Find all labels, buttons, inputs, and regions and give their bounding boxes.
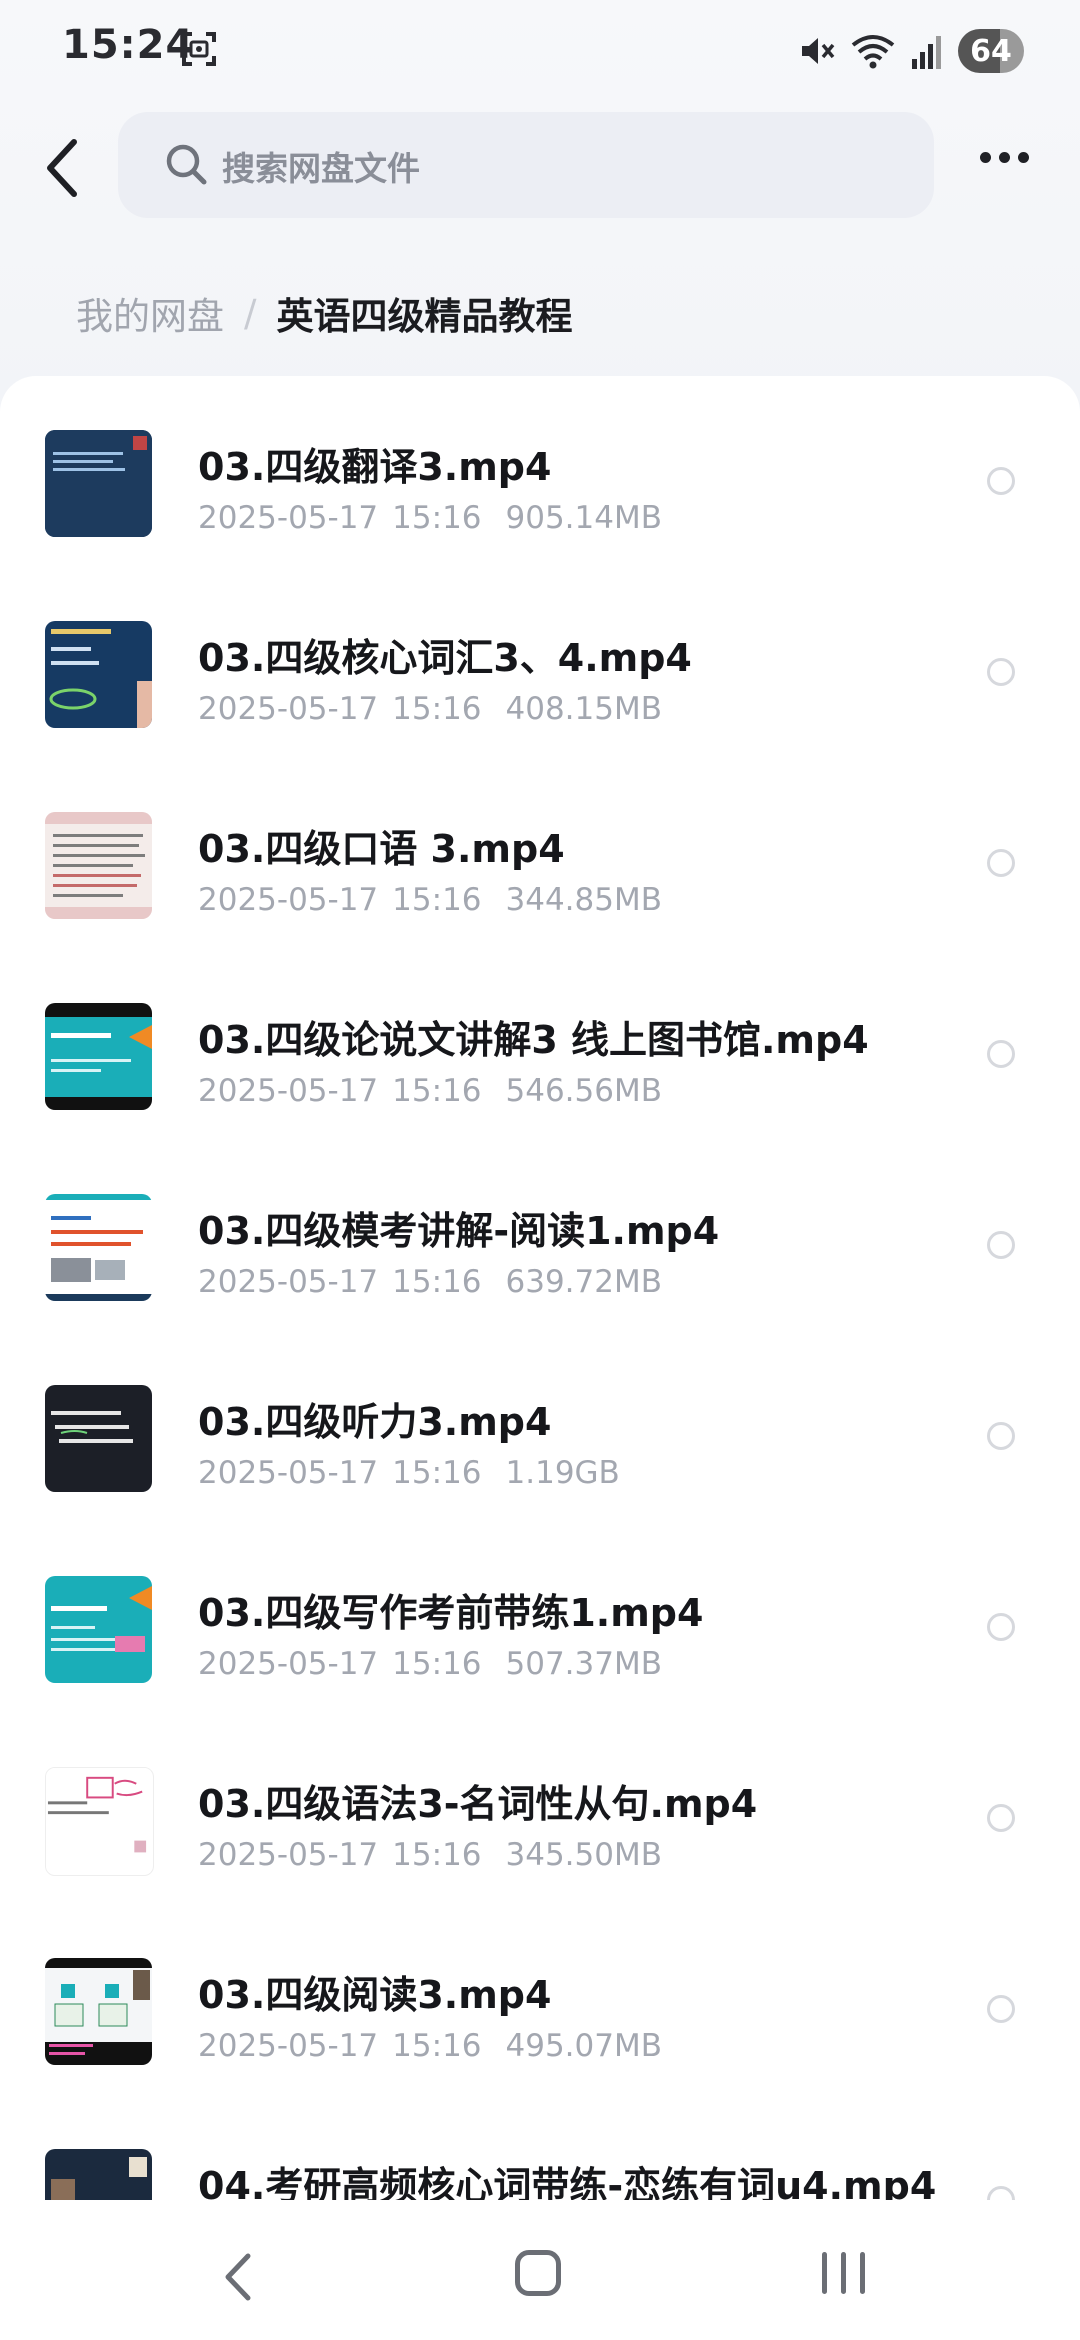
nav-home-icon[interactable] xyxy=(515,2250,561,2296)
list-item[interactable]: 03.四级写作考前带练1.mp4 2025-05-17 15:16 507.37MB xyxy=(0,1522,1080,1713)
file-name: 03.四级阅读3.mp4 xyxy=(198,1973,552,2017)
status-bar: 15:24 64 xyxy=(0,0,1080,100)
file-name: 03.四级写作考前带练1.mp4 xyxy=(198,1591,704,1635)
select-checkbox[interactable] xyxy=(987,2186,1015,2200)
video-thumbnail xyxy=(45,812,152,919)
wifi-icon xyxy=(851,35,895,69)
video-thumbnail xyxy=(45,1385,152,1492)
more-icon[interactable] xyxy=(980,148,1040,184)
file-name: 03.四级语法3-名词性从句.mp4 xyxy=(198,1782,758,1826)
mute-icon xyxy=(802,38,835,64)
list-item[interactable]: 04.考研高频核心词带练-恋练有词u4.mp4 xyxy=(0,2095,1080,2200)
signal-icon xyxy=(912,36,941,69)
system-nav-bar xyxy=(0,2200,1080,2340)
select-checkbox[interactable] xyxy=(987,1995,1015,2023)
nav-recents-icon[interactable] xyxy=(822,2252,865,2294)
file-name: 03.四级翻译3.mp4 xyxy=(198,445,552,489)
list-item[interactable]: 03.四级论说文讲解3 线上图书馆.mp4 2025-05-17 15:16 546… xyxy=(0,949,1080,1140)
file-name: 03.四级论说文讲解3 线上图书馆.mp4 xyxy=(198,1018,869,1062)
breadcrumb: 我的网盘 / 英语四级精品教程 xyxy=(76,286,572,340)
back-arrow-icon[interactable] xyxy=(40,138,90,198)
video-thumbnail xyxy=(45,1003,152,1110)
file-meta: 2025-05-17 15:16 1.19GB xyxy=(198,1455,620,1491)
list-item[interactable]: 03.四级模考讲解-阅读1.mp4 2025-05-17 15:16 639.72M… xyxy=(0,1140,1080,1331)
file-meta: 2025-05-17 15:16 408.15MB xyxy=(198,691,662,727)
file-name: 03.四级听力3.mp4 xyxy=(198,1400,552,1444)
video-thumbnail xyxy=(45,1194,152,1301)
video-thumbnail xyxy=(45,1576,152,1683)
list-item[interactable]: 03.四级翻译3.mp4 2025-05-17 15:16 905.14MB xyxy=(0,376,1080,567)
file-meta: 2025-05-17 15:16 905.14MB xyxy=(198,500,662,536)
file-meta: 2025-05-17 15:16 639.72MB xyxy=(198,1264,662,1300)
file-name: 04.考研高频核心词带练-恋练有词u4.mp4 xyxy=(198,2164,937,2200)
list-item[interactable]: 03.四级口语 3.mp4 2025-05-17 15:16 344.85MB xyxy=(0,758,1080,949)
search-icon xyxy=(166,144,207,185)
list-item[interactable]: 03.四级阅读3.mp4 2025-05-17 15:16 495.07MB xyxy=(0,1904,1080,2095)
select-checkbox[interactable] xyxy=(987,1040,1015,1068)
video-thumbnail xyxy=(45,430,152,537)
list-item[interactable]: 03.四级听力3.mp4 2025-05-17 15:16 1.19GB xyxy=(0,1331,1080,1522)
battery-indicator: 64 xyxy=(958,29,1024,73)
file-list: 03.四级翻译3.mp4 2025-05-17 15:16 905.14MB 03.… xyxy=(0,376,1080,2200)
select-checkbox[interactable] xyxy=(987,1613,1015,1641)
breadcrumb-root[interactable]: 我的网盘 xyxy=(76,286,224,340)
nav-back-icon[interactable] xyxy=(220,2252,254,2302)
file-meta: 2025-05-17 15:16 546.56MB xyxy=(198,1073,662,1109)
file-name: 03.四级口语 3.mp4 xyxy=(198,827,565,871)
select-checkbox[interactable] xyxy=(987,467,1015,495)
select-checkbox[interactable] xyxy=(987,849,1015,877)
breadcrumb-separator: / xyxy=(244,291,257,335)
list-item[interactable]: 03.四级核心词汇3、4.mp4 2025-05-17 15:16 408.15MB xyxy=(0,567,1080,758)
file-meta: 2025-05-17 15:16 507.37MB xyxy=(198,1646,662,1682)
search-input[interactable]: 搜索网盘文件 xyxy=(118,112,934,218)
breadcrumb-current: 英语四级精品教程 xyxy=(276,295,573,338)
select-checkbox[interactable] xyxy=(987,658,1015,686)
file-meta: 2025-05-17 15:16 344.85MB xyxy=(198,882,662,918)
list-item[interactable]: 03.四级语法3-名词性从句.mp4 2025-05-17 15:16 345.50… xyxy=(0,1713,1080,1904)
video-thumbnail xyxy=(45,1958,152,2065)
status-time: 15:24 xyxy=(62,22,195,68)
video-thumbnail xyxy=(45,621,152,728)
file-name: 03.四级核心词汇3、4.mp4 xyxy=(198,636,692,680)
file-meta: 2025-05-17 15:16 345.50MB xyxy=(198,1837,662,1873)
select-checkbox[interactable] xyxy=(987,1231,1015,1259)
select-checkbox[interactable] xyxy=(987,1804,1015,1832)
file-meta: 2025-05-17 15:16 495.07MB xyxy=(198,2028,662,2064)
select-checkbox[interactable] xyxy=(987,1422,1015,1450)
file-name: 03.四级模考讲解-阅读1.mp4 xyxy=(198,1209,720,1253)
video-thumbnail xyxy=(45,1767,154,1876)
video-thumbnail xyxy=(45,2149,152,2200)
search-placeholder: 搜索网盘文件 xyxy=(222,149,420,188)
screenshot-icon xyxy=(182,32,216,66)
